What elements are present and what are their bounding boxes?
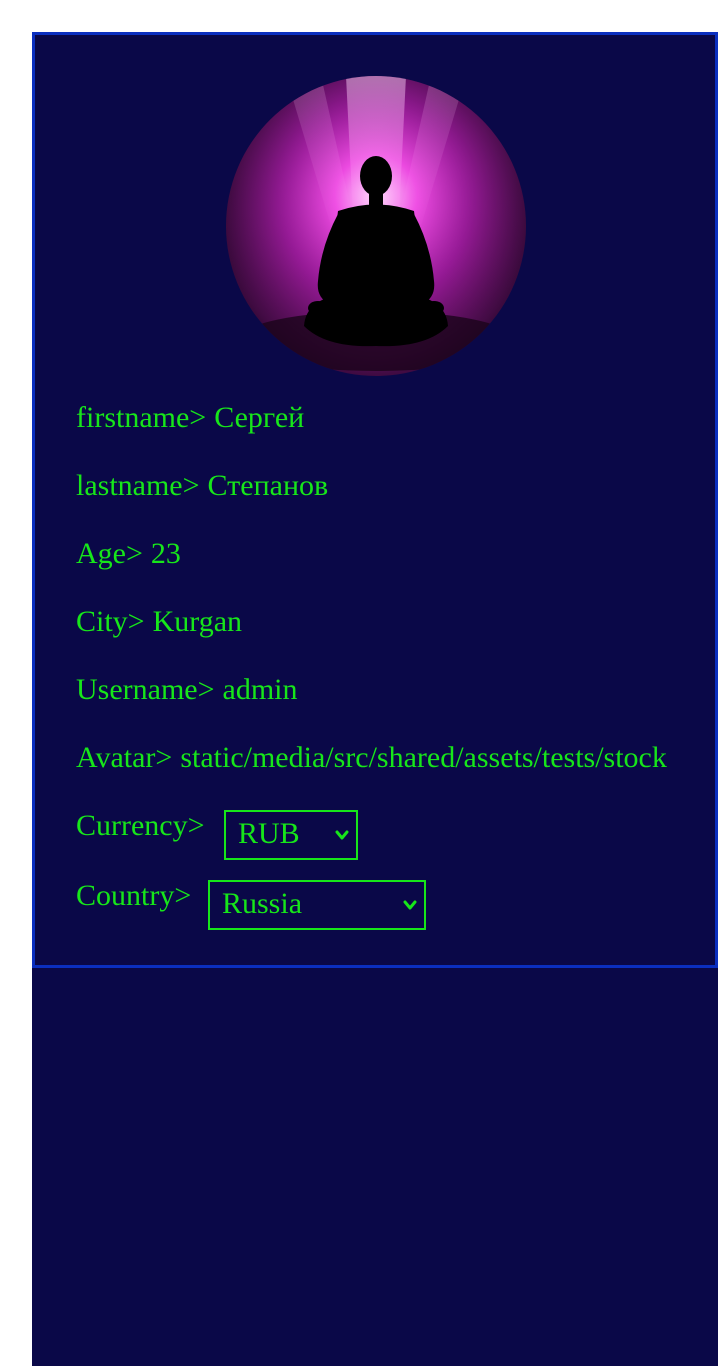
username-row: Username> admin [76,670,298,710]
firstname-value: Сергей [214,401,305,434]
username-label: Username> [76,673,215,706]
city-label: City> [76,605,145,638]
age-value: 23 [150,537,181,570]
country-label: Country> [76,879,192,912]
firstname-label: firstname> [76,401,207,434]
age-label: Age> [76,537,143,570]
avatar-path-label: Avatar> [76,741,173,774]
city-value: Kurgan [152,605,243,638]
lastname-value: Степанов [207,469,329,502]
avatar-path-value: static/media/src/shared/assets/tests/sto… [180,741,667,774]
username-value: admin [222,673,298,706]
meditating-silhouette-icon [226,76,526,376]
currency-selected-value: RUB [238,817,300,850]
country-selected-value: Russia [222,887,303,920]
profile-card: firstname> Сергей lastname> Степанов Age> 2… [32,32,718,968]
avatar [226,76,526,376]
country-select[interactable]: Russia [208,880,426,930]
currency-select[interactable]: RUB [224,810,358,860]
age-row: Age> 23 [76,534,181,574]
avatar-path-row: Avatar> static/media/src/shared/assets/te… [76,738,676,778]
currency-label: Currency> [76,809,205,842]
currency-row: Currency> RUB [76,806,676,862]
chevron-down-icon [403,900,417,910]
city-row: City> Kurgan [76,602,242,642]
lastname-label: lastname> [76,469,200,502]
country-row: Country> Russia [76,876,676,932]
chevron-down-icon [335,830,349,840]
firstname-row: firstname> Сергей [76,398,304,438]
lastname-row: lastname> Степанов [76,466,328,506]
